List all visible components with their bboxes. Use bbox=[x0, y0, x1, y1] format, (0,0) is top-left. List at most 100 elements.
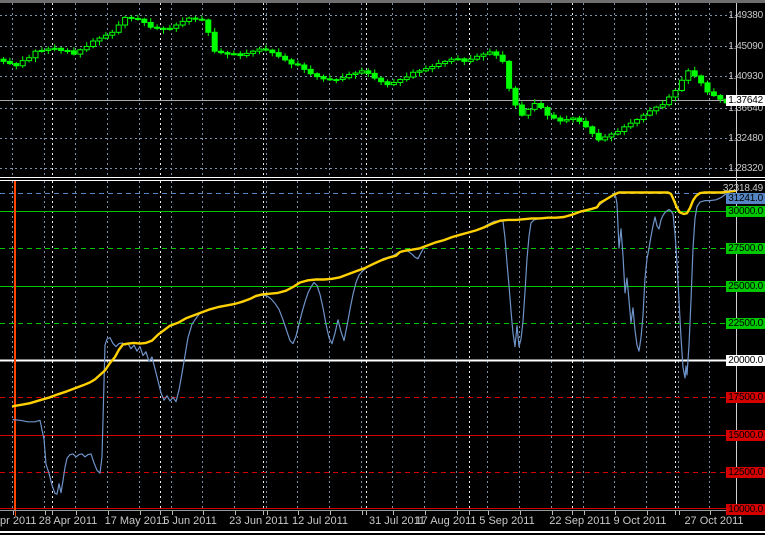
date-label: 27 Oct 2011 bbox=[684, 515, 744, 527]
candle-body bbox=[614, 131, 621, 135]
candle-body bbox=[64, 49, 71, 52]
candle-body bbox=[262, 48, 269, 51]
time-axis[interactable]: pr 2011 28 Apr 2011 17 May 2011 5 Jun 2011 2… bbox=[0, 511, 765, 531]
candle-body bbox=[224, 52, 231, 55]
candle-body bbox=[6, 60, 13, 65]
level-label: 22500.0 bbox=[726, 318, 765, 329]
candle-body bbox=[403, 76, 410, 81]
candle-body bbox=[602, 136, 609, 141]
candle-body bbox=[166, 27, 173, 30]
candle-body bbox=[301, 64, 308, 70]
date-label: 9 Oct 2011 bbox=[613, 515, 667, 527]
candle-body bbox=[589, 126, 596, 134]
candle-body bbox=[70, 50, 77, 55]
date-label: 12 Jul 2011 bbox=[291, 515, 349, 527]
candle-body bbox=[45, 48, 52, 51]
candle-body bbox=[621, 126, 628, 133]
date-label: 22 Sep 2011 bbox=[549, 515, 611, 527]
date-label: 28 Apr 2011 bbox=[38, 515, 98, 527]
candle-body bbox=[134, 17, 141, 20]
level-label: 15000.0 bbox=[726, 430, 765, 441]
level-label: 30000.0 bbox=[726, 206, 765, 217]
candle-body bbox=[160, 27, 167, 30]
candle-body bbox=[550, 114, 557, 119]
candle-body bbox=[518, 104, 525, 116]
candle-body bbox=[666, 96, 673, 106]
candle-body bbox=[77, 49, 84, 55]
candle-body bbox=[32, 50, 39, 59]
candle-body bbox=[173, 24, 180, 29]
level-label: 20000.0 bbox=[726, 355, 765, 366]
candle-body bbox=[26, 57, 33, 62]
candle-body bbox=[710, 91, 717, 97]
candle-body bbox=[147, 21, 154, 28]
candle-body bbox=[38, 49, 45, 52]
candle-body bbox=[493, 51, 500, 56]
date-label: 5 Sep 2011 bbox=[479, 515, 535, 527]
candle-body bbox=[346, 73, 353, 79]
candle-body bbox=[582, 120, 589, 128]
price-chart-panel[interactable] bbox=[0, 3, 737, 177]
candle-body bbox=[627, 122, 634, 128]
candle-body bbox=[442, 60, 449, 65]
candle-body bbox=[570, 117, 577, 121]
candle-body bbox=[486, 51, 493, 55]
candle-body bbox=[365, 70, 372, 74]
price-label: 1.45090 bbox=[728, 41, 763, 52]
candle-body bbox=[250, 50, 257, 54]
candle-body bbox=[691, 70, 698, 77]
candle-body bbox=[646, 110, 653, 116]
date-label: 17 Aug 2011 bbox=[415, 515, 477, 527]
candle-body bbox=[384, 81, 391, 86]
price-label: 1.28320 bbox=[728, 163, 763, 174]
candle-body bbox=[435, 63, 442, 67]
date-label: 23 Jun 2011 bbox=[229, 515, 289, 527]
candle-body bbox=[397, 79, 404, 83]
candle-body bbox=[58, 47, 65, 51]
date-label: 17 May 2011 bbox=[104, 515, 168, 527]
candle-body bbox=[0, 58, 7, 62]
candle-body bbox=[595, 132, 602, 141]
candle-body bbox=[122, 16, 129, 26]
candle-body bbox=[538, 103, 545, 109]
candle-body bbox=[390, 81, 397, 86]
candle-body bbox=[371, 72, 378, 79]
candle-body bbox=[83, 45, 90, 51]
candle-body bbox=[461, 58, 468, 62]
candle-body bbox=[333, 79, 340, 82]
candle-body bbox=[109, 31, 116, 36]
candle-body bbox=[685, 70, 692, 81]
candle-body bbox=[698, 75, 705, 84]
candle-body bbox=[467, 58, 474, 62]
candle-body bbox=[544, 107, 551, 116]
candle-body bbox=[454, 58, 461, 61]
indicator-panel[interactable] bbox=[0, 181, 737, 510]
candle-body bbox=[422, 68, 429, 72]
candle-body bbox=[288, 59, 295, 65]
candle-body bbox=[243, 52, 250, 57]
candle-body bbox=[429, 65, 436, 70]
candle-body bbox=[448, 58, 455, 62]
candle-body bbox=[230, 53, 237, 56]
candle-body bbox=[211, 31, 218, 52]
candle-body bbox=[474, 55, 481, 60]
price-label: 1.32480 bbox=[728, 133, 763, 144]
candle-body bbox=[525, 108, 532, 116]
candle-body bbox=[378, 77, 385, 83]
level-label: 12500.0 bbox=[726, 467, 765, 478]
candle-body bbox=[275, 52, 282, 57]
candle-body bbox=[218, 50, 225, 54]
chart-window: pr 2011 28 Apr 2011 17 May 2011 5 Jun 2011 2… bbox=[0, 0, 765, 535]
candle-body bbox=[320, 76, 327, 80]
time-tick bbox=[675, 511, 676, 515]
candle-body bbox=[717, 95, 724, 100]
candle-body bbox=[678, 79, 685, 91]
candle-body bbox=[282, 55, 289, 61]
candle-body bbox=[192, 17, 199, 20]
level-label: 25000.0 bbox=[726, 281, 765, 292]
candle-body bbox=[294, 63, 301, 66]
candle-body bbox=[640, 114, 647, 121]
equity-line bbox=[12, 190, 736, 495]
candle-body bbox=[704, 82, 711, 93]
candle-body bbox=[506, 60, 513, 89]
